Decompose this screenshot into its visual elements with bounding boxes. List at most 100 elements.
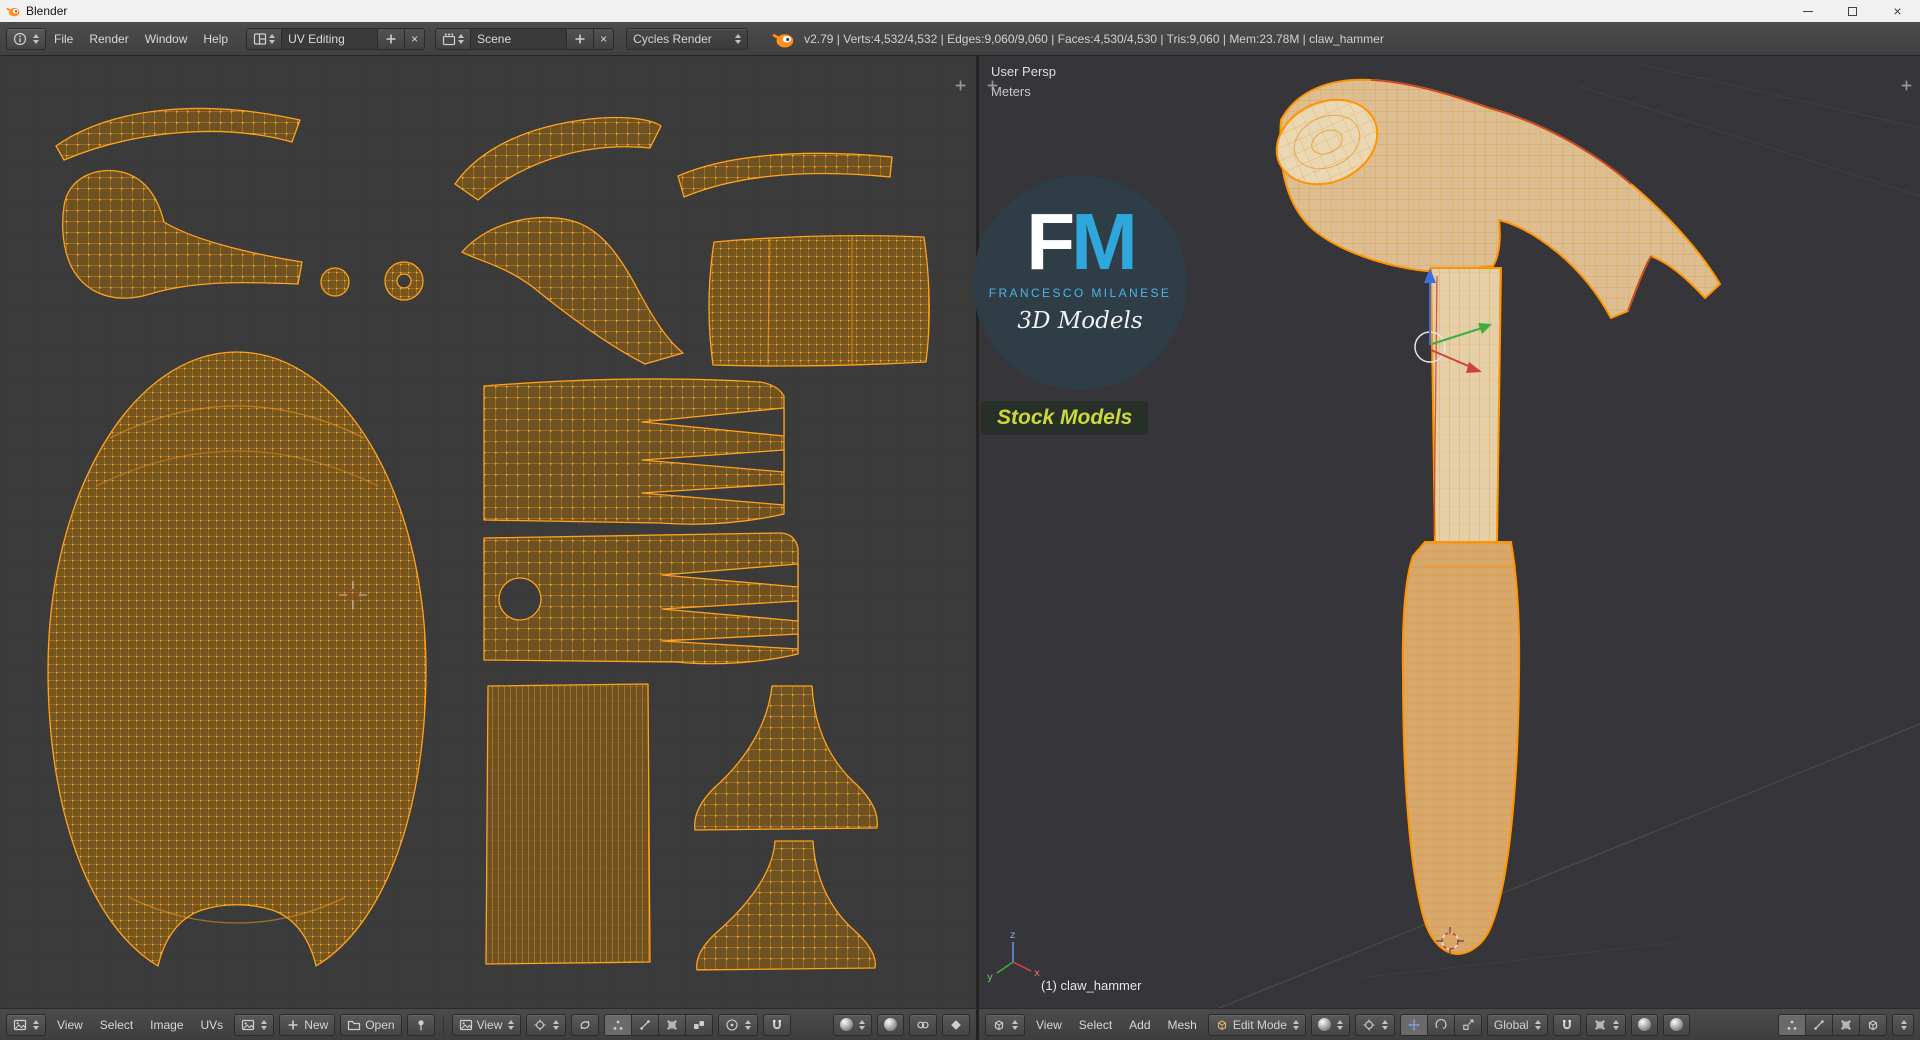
uv-menu-select[interactable]: Select (94, 1018, 139, 1032)
menu-file[interactable]: File (46, 32, 81, 46)
add-icon (574, 33, 586, 44)
hammer-mesh[interactable] (1263, 78, 1721, 956)
pivot-center-icon (534, 1018, 547, 1031)
mesh-select-face-button[interactable] (1832, 1013, 1860, 1036)
uv-menu-image[interactable]: Image (144, 1018, 189, 1032)
scene-delete-button[interactable]: × (594, 27, 615, 50)
render-result-button[interactable] (877, 1013, 904, 1036)
hammer-grip[interactable] (1401, 541, 1521, 956)
menu-render[interactable]: Render (81, 32, 136, 46)
v3d-menu-select[interactable]: Select (1073, 1018, 1118, 1032)
uv-menu-uvs[interactable]: UVs (195, 1018, 230, 1032)
toolshelf-expand-icon[interactable] (985, 78, 1000, 93)
uv-select-vertex-button[interactable] (604, 1013, 633, 1036)
minimize-button[interactable] (1785, 0, 1830, 22)
uv-select-island-button[interactable] (685, 1013, 714, 1036)
uv-island-cap-ring[interactable] (384, 261, 424, 301)
uv-island-poll-face[interactable] (708, 234, 930, 367)
uv-menu-view[interactable]: View (51, 1018, 89, 1032)
view3d-editor-type-button[interactable] (985, 1013, 1025, 1036)
orientation-value: Global (1493, 1017, 1529, 1032)
new-image-icon (287, 1019, 299, 1030)
render-result-icon (884, 1018, 897, 1031)
render-slot-icon (840, 1018, 853, 1031)
keyframe-insert-button[interactable] (942, 1013, 970, 1036)
manipulator-rotate-button[interactable] (1426, 1013, 1455, 1036)
v3d-menu-add[interactable]: Add (1123, 1018, 1156, 1032)
layout-delete-button[interactable]: × (405, 27, 426, 50)
scene-selector: Scene × (435, 27, 615, 50)
region-expand-icon[interactable] (953, 78, 968, 93)
maximize-button[interactable] (1830, 0, 1875, 22)
dropdown-arrows-icon (1534, 1019, 1541, 1030)
pivot-point-dropdown[interactable] (1354, 1013, 1395, 1036)
manipulator-rotate-icon (1435, 1018, 1447, 1030)
close-button[interactable]: × (1875, 0, 1920, 22)
uv-island-cap-small[interactable] (320, 267, 350, 297)
menu-help[interactable]: Help (195, 32, 236, 46)
mesh-select-edge-button[interactable] (1805, 1013, 1833, 1036)
display-mode-dropdown[interactable]: View (451, 1013, 522, 1036)
link-datablock-button[interactable] (909, 1013, 937, 1036)
manipulator-scale-icon (1463, 1018, 1474, 1030)
info-editor-type-button[interactable] (6, 27, 46, 50)
open-image-button[interactable]: Open (340, 1013, 402, 1036)
pivot-center-dropdown[interactable] (526, 1013, 567, 1036)
layout-name-field[interactable]: UV Editing (282, 27, 379, 50)
select-island-icon (694, 1020, 705, 1029)
uv-select-face-button[interactable] (658, 1013, 687, 1036)
watermark-stock-models: Stock Models (981, 401, 1149, 435)
select-edge-icon (640, 1019, 651, 1030)
opengl-render-button[interactable] (1630, 1013, 1658, 1036)
v3d-menu-mesh[interactable]: Mesh (1162, 1018, 1203, 1032)
scene-browse-button[interactable] (435, 27, 472, 50)
opengl-anim-button[interactable] (1662, 1013, 1690, 1036)
v3d-menu-view[interactable]: View (1030, 1018, 1068, 1032)
uv-editor-type-button[interactable] (6, 1013, 46, 1036)
menu-window[interactable]: Window (137, 32, 196, 46)
uv-select-edge-button[interactable] (631, 1013, 660, 1036)
proportional-edit-dropdown[interactable] (718, 1013, 759, 1036)
uv-island-grip-main[interactable] (47, 351, 427, 967)
uv-sync-toggle[interactable] (571, 1013, 600, 1036)
viewport-object-info: (1) claw_hammer (1041, 978, 1142, 993)
uv-island-claw-bottom[interactable] (483, 532, 799, 665)
render-engine-selector[interactable]: Cycles Render (626, 27, 749, 50)
uv-island-shaft-strip[interactable] (485, 683, 651, 965)
pin-image-button[interactable] (406, 1013, 435, 1036)
hammer-shaft[interactable] (1429, 267, 1503, 543)
occlude-toggle-button[interactable] (1859, 1013, 1887, 1036)
orientation-dropdown[interactable]: Global (1486, 1013, 1548, 1036)
snap-toggle-button[interactable] (1552, 1013, 1581, 1036)
pin-icon (417, 1019, 424, 1030)
snap-element-dropdown[interactable] (1585, 1013, 1626, 1036)
dropdown-arrows-icon (553, 1019, 560, 1030)
watermark-author: FRANCESCO MILANESE (988, 286, 1172, 300)
header-collapse-button[interactable] (1892, 1013, 1914, 1036)
manipulator-scale-button[interactable] (1453, 1013, 1482, 1036)
window-titlebar: Blender × (0, 0, 1920, 22)
watermark-subtitle: 3D Models (1017, 308, 1143, 334)
display-mode-value: View (476, 1017, 503, 1032)
snap-toggle-button[interactable] (763, 1013, 792, 1036)
render-slot-dropdown[interactable] (833, 1013, 872, 1036)
mode-dropdown[interactable]: Edit Mode (1207, 1013, 1306, 1036)
scene-add-button[interactable] (567, 27, 595, 50)
layout-add-button[interactable] (378, 27, 406, 50)
uv-sync-icon (580, 1019, 591, 1030)
uv-canvas[interactable] (0, 56, 976, 1008)
image-browse-button[interactable] (234, 1013, 275, 1036)
manipulator-translate-button[interactable] (1399, 1013, 1428, 1036)
properties-expand-icon[interactable] (1899, 78, 1914, 93)
maximize-icon (1848, 6, 1857, 16)
select-vertex-icon (1787, 1020, 1797, 1030)
layout-browse-button[interactable] (246, 27, 283, 50)
scene-name-field[interactable]: Scene (471, 27, 568, 50)
add-icon (385, 33, 397, 44)
viewport-shading-dropdown[interactable] (1310, 1013, 1350, 1036)
viewport-view-name: User Persp (991, 64, 1057, 79)
new-image-button[interactable]: New (279, 1013, 336, 1036)
select-face-icon (667, 1019, 677, 1030)
uv-island-claw-top[interactable] (483, 378, 785, 525)
mesh-select-vertex-button[interactable] (1778, 1013, 1806, 1036)
